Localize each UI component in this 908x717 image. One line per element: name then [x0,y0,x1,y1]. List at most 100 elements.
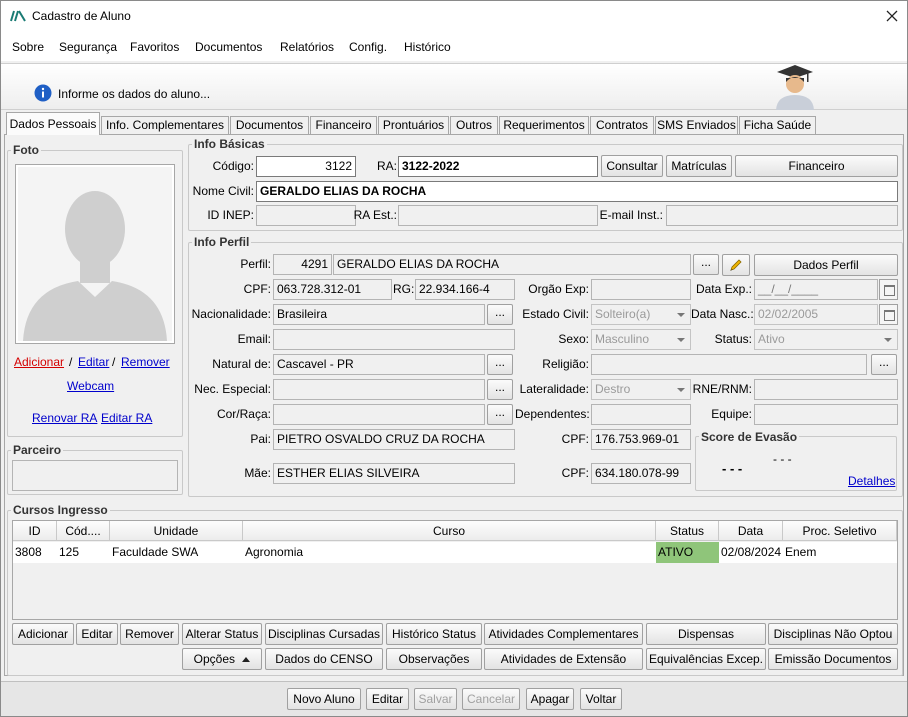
religiao-lookup-button[interactable]: ... [871,354,897,375]
title-bar: Cadastro de Aluno [1,1,907,32]
renovar-ra-link[interactable]: Renovar RA [32,411,97,425]
dependentes-field[interactable] [591,404,691,425]
tab-contratos[interactable]: Contratos [590,116,654,134]
dados-perfil-button[interactable]: Dados Perfil [754,254,898,276]
tab-info-complementares[interactable]: Info. Complementares [101,116,229,134]
lateralidade-select[interactable]: Destro [591,379,691,400]
detalhes-link[interactable]: Detalhes [848,474,895,488]
column-header-status[interactable]: Status [656,521,719,541]
editar-aluno-button[interactable]: Editar [366,688,409,710]
ra-est-field[interactable] [398,205,598,226]
close-icon[interactable] [886,10,898,22]
codigo-field[interactable]: 3122 [256,156,356,177]
tab-dados-pessoais[interactable]: Dados Pessoais [6,112,100,135]
data-nasc-field[interactable]: 02/02/2005 [754,304,878,325]
emissao-documentos-button[interactable]: Emissão Documentos [768,648,898,670]
nec-especial-field[interactable] [273,379,485,400]
tab-prontuarios[interactable]: Prontuários [378,116,449,134]
status-select[interactable]: Ativo [754,329,898,350]
data-exp-calendar-icon[interactable] [879,279,898,300]
editar-curso-button[interactable]: Editar [76,623,118,645]
salvar-button[interactable]: Salvar [414,688,457,710]
menu-relatorios[interactable]: Relatórios [280,40,334,54]
cpf-pai-field[interactable]: 176.753.969-01 [591,429,691,450]
nacionalidade-field[interactable]: Brasileira [273,304,485,325]
equivalencias-button[interactable]: Equivalências Excep. [646,648,766,670]
perfil-lookup-button[interactable]: ... [693,254,719,275]
opcoes-button[interactable]: Opções [182,648,262,670]
estado-civil-select[interactable]: Solteiro(a) [591,304,691,325]
tab-ficha-saude[interactable]: Ficha Saúde [739,116,816,134]
nome-civil-field[interactable]: GERALDO ELIAS DA ROCHA [256,181,898,202]
data-nasc-calendar-icon[interactable] [879,304,898,325]
tab-sms-enviados[interactable]: SMS Enviados [655,116,738,134]
add-photo-link[interactable]: Adicionar [14,355,64,369]
edit-perfil-button[interactable] [722,254,750,276]
column-header-id[interactable]: ID [13,521,57,541]
disciplinas-nao-optou-button[interactable]: Disciplinas Não Optou [768,623,898,645]
religiao-field[interactable] [591,354,867,375]
equipe-field[interactable] [754,404,898,425]
column-header-unidade[interactable]: Unidade [110,521,243,541]
perfil-id-field[interactable]: 4291 [273,254,332,275]
disciplinas-cursadas-button[interactable]: Disciplinas Cursadas [265,623,383,645]
consultar-button[interactable]: Consultar [601,155,663,177]
natural-de-lookup-button[interactable]: ... [487,354,513,375]
editar-ra-link[interactable]: Editar RA [101,411,152,425]
cor-raca-lookup-button[interactable]: ... [487,404,513,425]
email-inst-field[interactable] [666,205,898,226]
menu-seguranca[interactable]: Segurança [59,40,117,54]
cpf-mae-field[interactable]: 634.180.078-99 [591,463,691,484]
matriculas-button[interactable]: Matrículas [666,155,732,177]
ra-field[interactable]: 3122-2022 [398,156,598,177]
mae-field[interactable]: ESTHER ELIAS SILVEIRA [273,463,515,484]
sexo-label: Sexo: [558,332,589,346]
alterar-status-button[interactable]: Alterar Status [182,623,262,645]
atividades-extensao-button[interactable]: Atividades de Extensão [484,648,643,670]
webcam-link[interactable]: Webcam [67,379,114,393]
observacoes-button[interactable]: Observações [386,648,482,670]
voltar-button[interactable]: Voltar [580,688,622,710]
dados-censo-button[interactable]: Dados do CENSO [265,648,383,670]
adicionar-curso-button[interactable]: Adicionar [12,623,74,645]
financeiro-button[interactable]: Financeiro [735,155,898,177]
column-header-codigo[interactable]: Cód.... [57,521,110,541]
data-exp-field[interactable]: __/__/____ [754,279,878,300]
novo-aluno-button[interactable]: Novo Aluno [287,688,361,710]
natural-de-field[interactable]: Cascavel - PR [273,354,485,375]
email-field[interactable] [273,329,515,350]
nacionalidade-lookup-button[interactable]: ... [487,304,513,325]
tab-documentos[interactable]: Documentos [230,116,309,134]
menu-documentos[interactable]: Documentos [195,40,262,54]
menu-config[interactable]: Config. [349,40,387,54]
cancelar-button[interactable]: Cancelar [462,688,520,710]
pai-field[interactable]: PIETRO OSVALDO CRUZ DA ROCHA [273,429,515,450]
rg-field[interactable]: 22.934.166-4 [415,279,515,300]
tab-requerimentos[interactable]: Requerimentos [499,116,589,134]
remove-photo-link[interactable]: Remover [121,355,170,369]
nec-especial-lookup-button[interactable]: ... [487,379,513,400]
parceiro-field[interactable] [12,460,178,491]
menu-sobre[interactable]: Sobre [12,40,44,54]
column-header-data[interactable]: Data [719,521,783,541]
atividades-complementares-button[interactable]: Atividades Complementares [484,623,643,645]
orgao-exp-field[interactable] [591,279,691,300]
perfil-nome-field[interactable]: GERALDO ELIAS DA ROCHA [333,254,691,275]
apagar-button[interactable]: Apagar [526,688,574,710]
cpf-field[interactable]: 063.728.312-01 [273,279,392,300]
dispensas-button[interactable]: Dispensas [646,623,766,645]
cursos-grid: ID Cód.... Unidade Curso Status Data Pro… [12,520,898,620]
historico-status-button[interactable]: Histórico Status [386,623,482,645]
menu-favoritos[interactable]: Favoritos [130,40,179,54]
column-header-proc-seletivo[interactable]: Proc. Seletivo [783,521,897,541]
sexo-select[interactable]: Masculino [591,329,691,350]
menu-historico[interactable]: Histórico [404,40,451,54]
tab-financeiro[interactable]: Financeiro [310,116,377,134]
column-header-curso[interactable]: Curso [243,521,656,541]
tab-outros[interactable]: Outros [450,116,498,134]
cor-raca-field[interactable] [273,404,485,425]
rne-rnm-field[interactable] [754,379,898,400]
edit-photo-link[interactable]: Editar [78,355,109,369]
id-inep-field[interactable] [256,205,356,226]
remover-curso-button[interactable]: Remover [120,623,179,645]
